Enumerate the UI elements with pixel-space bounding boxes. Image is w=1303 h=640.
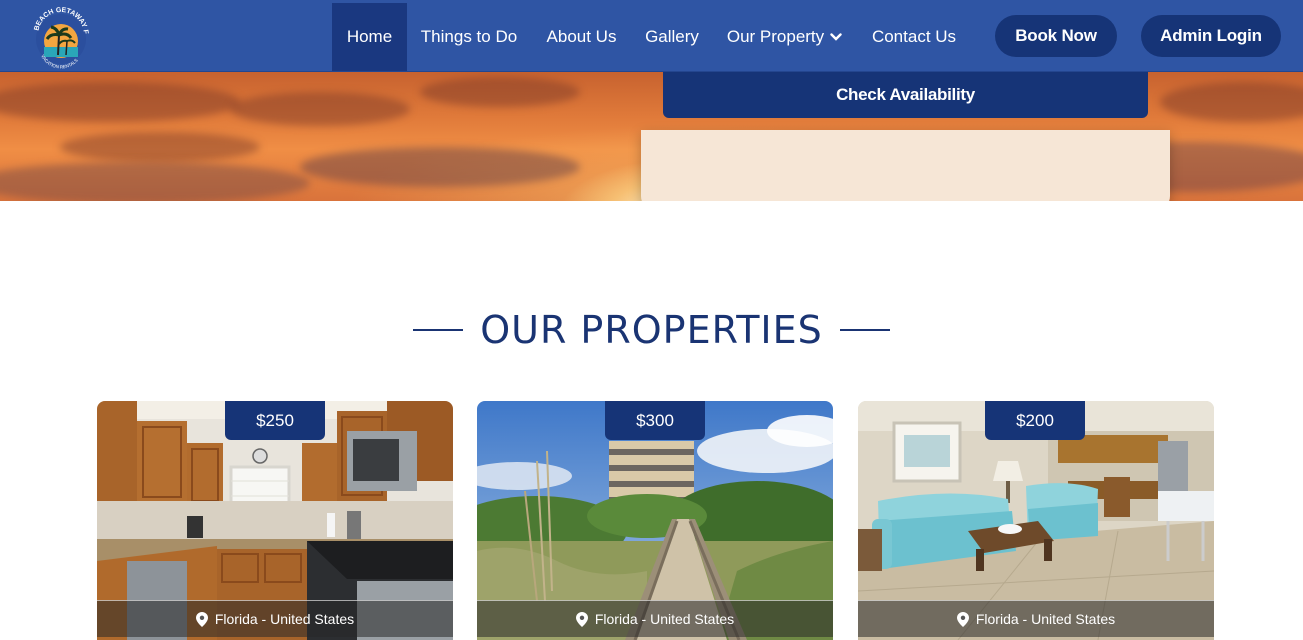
nav-things-to-do[interactable]: Things to Do: [407, 3, 531, 71]
nav-contact-us[interactable]: Contact Us: [857, 3, 971, 71]
top-navbar: BEACH GETAWAY FL VACATION RENTALS Home T…: [0, 0, 1303, 72]
location-text: Florida - United States: [975, 611, 1116, 627]
availability-card: [641, 130, 1170, 201]
nav-our-property[interactable]: Our Property: [712, 3, 857, 71]
hero-cloud: [60, 132, 260, 162]
location-text: Florida - United States: [594, 611, 735, 627]
nav-things-to-do-label: Things to Do: [420, 27, 518, 46]
our-properties-title: OUR PROPERTIES: [480, 308, 823, 352]
nav-gallery-label: Gallery: [645, 27, 699, 46]
nav-gallery[interactable]: Gallery: [632, 3, 712, 71]
hero-cloud: [0, 82, 240, 122]
price-text: $250: [256, 410, 294, 430]
hero-cloud: [420, 77, 580, 107]
property-card[interactable]: $200 Florida - United States: [858, 401, 1214, 640]
location-bar: Florida - United States: [97, 600, 453, 637]
check-availability-label: Check Availability: [836, 85, 975, 104]
map-pin-icon: [575, 611, 588, 627]
book-now-label: Book Now: [1015, 26, 1097, 45]
price-badge: $200: [985, 401, 1085, 440]
map-pin-icon: [956, 611, 969, 627]
nav-home[interactable]: Home: [332, 3, 407, 71]
nav-about-us-label: About Us: [546, 27, 617, 46]
location-bar: Florida - United States: [858, 600, 1214, 637]
map-pin-icon: [195, 611, 208, 627]
hero-cloud: [300, 147, 580, 187]
admin-login-label: Admin Login: [1160, 26, 1262, 45]
hero-cloud: [230, 92, 410, 126]
price-badge: $300: [605, 401, 705, 440]
nav-contact-us-label: Contact Us: [871, 27, 957, 46]
nav-about-us[interactable]: About Us: [531, 3, 632, 71]
location-bar: Florida - United States: [477, 600, 833, 637]
book-now-button[interactable]: Book Now: [995, 15, 1117, 57]
check-availability-button[interactable]: Check Availability: [663, 72, 1148, 118]
admin-login-button[interactable]: Admin Login: [1141, 15, 1281, 57]
hero-cloud: [0, 162, 310, 201]
hero-cloud: [1160, 82, 1303, 122]
section-heading: OUR PROPERTIES: [0, 305, 1303, 355]
property-card[interactable]: $250 Florida - United States: [97, 401, 453, 640]
price-text: $200: [1016, 410, 1054, 430]
site-logo[interactable]: BEACH GETAWAY FL VACATION RENTALS: [28, 5, 94, 69]
price-badge: $250: [225, 401, 325, 440]
price-text: $300: [636, 410, 674, 430]
nav-our-property-label: Our Property: [726, 27, 825, 46]
heading-divider-right: [839, 329, 890, 331]
heading-divider-left: [413, 329, 464, 331]
property-card[interactable]: $300 Florida - United States: [477, 401, 833, 640]
chevron-down-icon: [830, 33, 842, 41]
location-text: Florida - United States: [214, 611, 355, 627]
nav-home-label: Home: [346, 27, 393, 46]
